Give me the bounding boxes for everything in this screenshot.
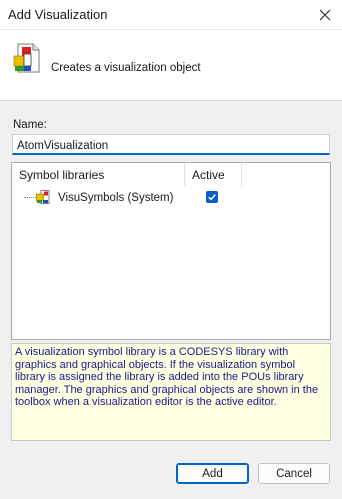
visualization-object-icon — [13, 43, 40, 73]
column-header-active[interactable]: Active — [185, 163, 242, 186]
column-header-symbol-libraries[interactable]: Symbol libraries — [12, 163, 185, 186]
library-row[interactable]: VisuSymbols (System) — [12, 187, 330, 207]
title-bar: Add Visualization — [0, 0, 342, 30]
dialog-description: Creates a visualization object — [51, 62, 201, 74]
symbol-libraries-list: Symbol libraries Active VisuSymbols (Sys… — [11, 162, 331, 340]
name-input[interactable] — [12, 134, 330, 155]
close-icon — [319, 9, 331, 21]
checkmark-icon — [208, 194, 216, 201]
add-button[interactable]: Add — [176, 463, 249, 484]
library-label: VisuSymbols (System) — [58, 192, 174, 204]
window-title: Add Visualization — [8, 7, 108, 22]
active-checkbox[interactable] — [206, 191, 218, 203]
dialog-header: Creates a visualization object — [0, 30, 342, 101]
info-text: A visualization symbol library is a CODE… — [11, 343, 331, 441]
cancel-button[interactable]: Cancel — [258, 463, 330, 484]
name-label: Name: — [13, 119, 47, 131]
close-button[interactable] — [308, 0, 342, 30]
library-icon — [36, 190, 50, 204]
